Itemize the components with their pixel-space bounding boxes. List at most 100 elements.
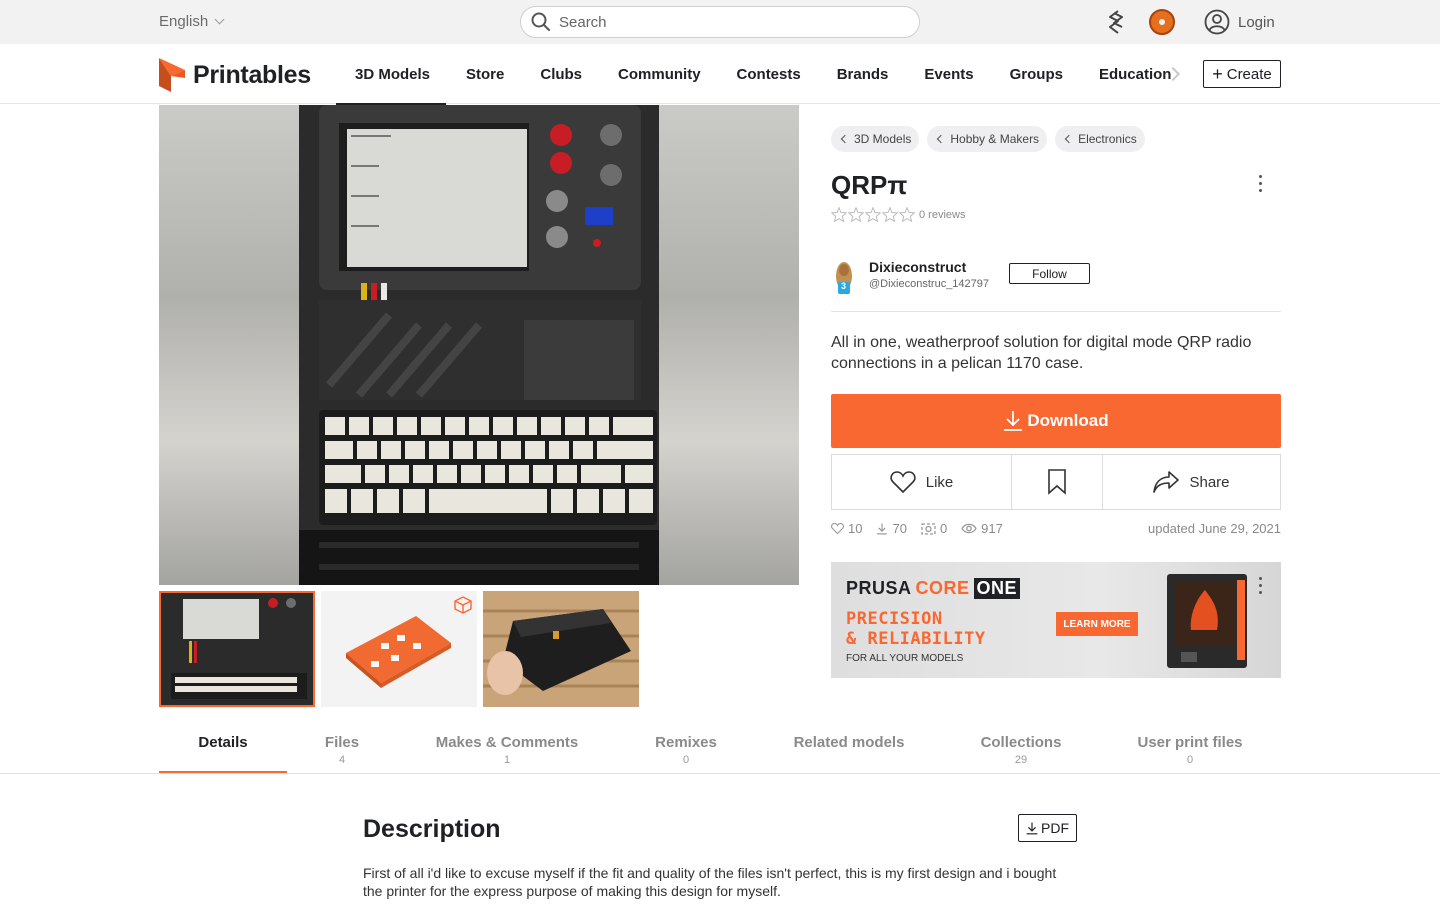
like-button[interactable]: Like [832,455,1011,509]
breadcrumb-electronics[interactable]: Electronics [1055,126,1145,152]
logo-text: Printables [193,60,311,89]
tab-collections[interactable]: Collections 29 [966,734,1076,766]
downloads-stat: 70 [876,521,907,536]
download-button[interactable]: Download [831,394,1281,448]
tab-details[interactable]: Details [159,734,287,754]
review-count[interactable]: 0 reviews [919,209,965,221]
nav-link-contests[interactable]: Contests [737,66,801,83]
download-label: Download [1027,411,1109,430]
prusa-orange-icon[interactable] [1149,9,1175,35]
like-label: Like [925,473,954,491]
rating-stars[interactable] [831,207,915,222]
star-icon [848,207,864,222]
language-selector[interactable]: English [159,13,225,30]
chevron-left-icon [1064,134,1074,144]
tab-label: Collections [980,734,1062,751]
ad-options-icon[interactable] [1259,577,1262,598]
description-title: Description [363,815,501,843]
search-icon [531,12,550,31]
breadcrumb: 3D Models Hobby & Makers Electronics [831,126,1145,152]
ad-brand-prusa: PRUSA [846,578,912,598]
create-label: Create [1226,65,1272,83]
printer-image [1167,574,1247,668]
login-label: Login [1238,13,1275,31]
ad-headline-line-2: & RELIABILITY [846,629,986,649]
breadcrumb-hobby-makers[interactable]: Hobby & Makers [927,126,1048,152]
nav-link-3d-models[interactable]: 3D Models [355,66,430,83]
thumbnail-strip [159,591,639,707]
nav-link-clubs[interactable]: Clubs [540,66,582,83]
thumbnail-3d-render[interactable] [321,591,477,707]
ad-brand-one: ONE [973,578,1021,599]
follow-button[interactable]: Follow [1009,263,1090,284]
tab-label: Files [324,734,360,751]
share-button[interactable]: Share [1102,455,1280,509]
nav-link-events[interactable]: Events [924,66,973,83]
bookmark-button[interactable] [1011,455,1102,509]
share-icon [1153,471,1180,493]
ad-brand: PRUSA CORE ONE [846,578,1021,599]
slicer-icon[interactable] [1103,9,1127,40]
ad-learn-more-button[interactable]: LEARN MORE [1056,612,1138,636]
search-input[interactable] [559,13,889,31]
tab-related-models[interactable]: Related models [784,734,914,754]
nav-link-education[interactable]: Education [1099,66,1172,83]
nav-links: 3D Models Store Clubs Community Contests… [355,66,1207,83]
user-icon [1204,9,1230,35]
updated-date: updated June 29, 2021 [1147,521,1281,536]
likes-stat: 10 [831,521,862,536]
chevron-down-icon [214,14,225,25]
tab-makes-comments[interactable]: Makes & Comments 1 [427,734,587,766]
model-stats: 10 70 0 917 [831,521,1003,536]
makes-icon [921,522,936,535]
tab-files[interactable]: Files 4 [302,734,382,766]
share-label: Share [1189,473,1230,491]
tab-count: 0 [1186,754,1194,766]
thumbnail-photo-case[interactable] [483,591,639,707]
printables-logo[interactable]: Printables [159,58,311,92]
author-block[interactable]: 3 Dixieconstruct @Dixieconstruc_142797 [831,256,990,294]
breadcrumb-3d-models[interactable]: 3D Models [831,126,920,152]
description-text: First of all i'd like to excuse myself i… [363,865,1057,899]
active-tab-underline [159,771,287,773]
tab-remixes[interactable]: Remixes 0 [636,734,736,766]
avatar[interactable]: 3 [831,256,857,294]
search-box[interactable] [520,6,920,38]
printables-logo-icon [159,58,185,92]
tab-label: Related models [793,734,905,751]
nav-link-community[interactable]: Community [618,66,701,83]
divider [831,311,1281,312]
tab-user-print-files[interactable]: User print files 0 [1125,734,1255,766]
nav-link-store[interactable]: Store [466,66,504,83]
ad-headline: PRECISION & RELIABILITY [846,609,986,649]
main-nav: Printables 3D Models Store Clubs Communi… [0,44,1440,104]
tab-label: User print files [1137,734,1243,751]
image-gallery[interactable] [159,105,799,585]
language-label: English [159,13,209,30]
chevron-left-icon [840,134,850,144]
breadcrumb-label: Electronics [1078,132,1137,146]
author-handle: @Dixieconstruc_142797 [869,277,990,290]
tab-label: Details [198,734,248,751]
tab-label: Makes & Comments [435,734,579,751]
more-options-icon[interactable] [1259,175,1263,196]
main-photo[interactable] [299,105,659,585]
top-bar: English Login [0,0,1440,44]
nav-link-groups[interactable]: Groups [1010,66,1063,83]
model-title: QRPπ [831,170,908,200]
likes-count: 10 [848,521,863,536]
create-button[interactable]: + Create [1203,60,1281,88]
model-tabs: Details Files 4 Makes & Comments 1 Remix… [0,725,1440,774]
tab-count: 1 [503,754,511,766]
heart-icon [890,471,916,493]
login-button[interactable]: Login [1204,9,1275,35]
pdf-button[interactable]: PDF [1018,814,1077,842]
nav-link-brands[interactable]: Brands [837,66,889,83]
author-name[interactable]: Dixieconstruct [869,259,989,275]
thumbnail-photo-1[interactable] [159,591,315,707]
pdf-label: PDF [1041,820,1069,836]
tab-count: 0 [682,754,690,766]
chevron-left-icon [937,134,946,144]
ad-banner[interactable]: PRUSA CORE ONE PRECISION & RELIABILITY F… [831,562,1281,678]
star-icon [831,207,847,222]
